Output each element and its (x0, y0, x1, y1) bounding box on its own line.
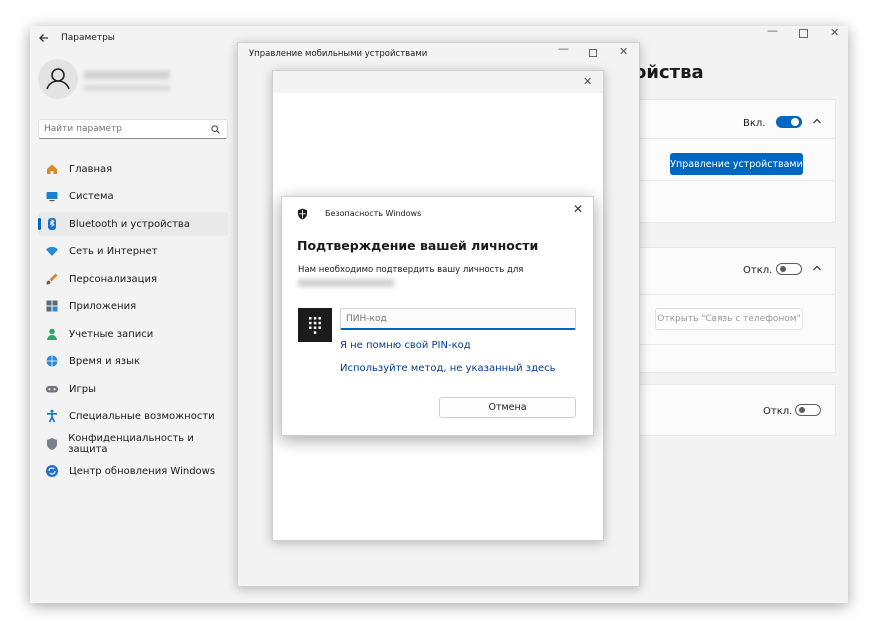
sidebar-item-personalization[interactable]: Персонализация (38, 267, 228, 291)
sidebar-item-bluetooth[interactable]: Bluetooth и устройства (38, 212, 228, 236)
security-message: Нам необходимо подтвердить вашу личность… (298, 265, 524, 275)
sidebar-item-label: Система (69, 190, 114, 202)
sidebar-item-label: Персонализация (69, 273, 157, 285)
sidebar-item-label: Bluetooth и устройства (69, 218, 190, 230)
card2-chevron-up-icon[interactable] (812, 264, 822, 275)
device-window-maximize-button[interactable] (589, 49, 597, 57)
device-window-close-button[interactable]: ✕ (619, 45, 628, 58)
page-title: ойства (634, 62, 704, 83)
windows-security-shield-icon (297, 208, 308, 223)
sidebar-item-system[interactable]: Система (38, 184, 228, 208)
card3-toggle[interactable] (795, 404, 821, 416)
windows-security-dialog: Безопасность Windows ✕ Подтверждение ваш… (281, 196, 594, 436)
window-controls: — ✕ (767, 24, 847, 42)
sidebar-item-accounts[interactable]: Учетные записи (38, 322, 228, 346)
shield-icon (44, 436, 59, 452)
bluetooth-icon (44, 216, 60, 232)
device-window-title: Управление мобильными устройствами (249, 49, 428, 59)
sidebar-item-privacy[interactable]: Конфиденциальность и защита (38, 432, 228, 456)
brush-icon (44, 271, 60, 287)
sidebar-item-label: Приложения (69, 300, 137, 312)
card1-toggle-label: Вкл. (743, 118, 766, 129)
card3-toggle-label: Откл. (763, 406, 793, 417)
monitor-icon (44, 188, 60, 204)
card1-chevron-up-icon[interactable] (812, 117, 822, 128)
sidebar-item-time-language[interactable]: Время и язык (38, 349, 228, 373)
sidebar-item-gaming[interactable]: Игры (38, 377, 228, 401)
sidebar-item-label: Центр обновления Windows (69, 465, 216, 477)
maximize-button[interactable] (799, 29, 808, 38)
sidebar-item-label: Время и язык (69, 355, 141, 367)
accessibility-icon (44, 408, 60, 424)
card2-toggle[interactable] (776, 263, 802, 275)
sidebar-item-label: Учетные записи (69, 328, 154, 340)
forgot-pin-link[interactable]: Я не помню свой PIN-код (340, 340, 471, 351)
sidebar-item-network[interactable]: Сеть и Интернет (38, 239, 228, 263)
sidebar-item-label: Главная (69, 163, 113, 175)
app-title: Параметры (61, 33, 115, 43)
search-box[interactable] (38, 119, 228, 139)
pin-input[interactable] (346, 312, 566, 326)
sidebar-item-windows-update[interactable]: Центр обновления Windows (38, 459, 228, 483)
cancel-button[interactable]: Отмена (439, 397, 576, 418)
sidebar-item-label: Конфиденциальность и защита (68, 433, 194, 455)
close-button[interactable]: ✕ (830, 26, 839, 39)
gamepad-icon (44, 381, 60, 397)
sidebar-item-label: Сеть и Интернет (69, 245, 158, 257)
security-heading: Подтверждение вашей личности (297, 238, 539, 253)
sidebar-item-home[interactable]: Главная (38, 157, 228, 181)
apps-icon (44, 298, 60, 314)
minimize-button[interactable]: — (767, 24, 778, 37)
account-name-blurred (298, 279, 394, 287)
pin-input-box[interactable] (340, 308, 576, 330)
sidebar-item-apps[interactable]: Приложения (38, 294, 228, 318)
card1-toggle[interactable] (776, 116, 802, 128)
sidebar-item-label: Игры (69, 383, 96, 395)
profile-name-blurred (84, 71, 170, 79)
pin-keypad-icon (298, 308, 332, 342)
inner-dialog-titlebar (273, 71, 603, 93)
avatar[interactable] (38, 59, 78, 99)
back-arrow-icon[interactable] (38, 32, 50, 47)
security-close-button[interactable]: ✕ (573, 202, 583, 216)
security-app-name: Безопасность Windows (325, 209, 422, 218)
search-icon (211, 125, 220, 134)
search-input[interactable] (44, 122, 204, 136)
globe-icon (44, 353, 60, 369)
wifi-icon (44, 243, 60, 259)
open-phone-link-button[interactable]: Открыть "Связь с телефоном" (655, 308, 803, 330)
profile-email-blurred (84, 85, 170, 91)
card2-toggle-label: Откл. (743, 265, 773, 276)
manage-devices-button[interactable]: Управление устройствами (670, 153, 803, 175)
user-avatar-icon (46, 68, 70, 90)
home-icon (44, 161, 60, 177)
sidebar-item-accessibility[interactable]: Специальные возможности (38, 404, 228, 428)
sidebar-item-label: Специальные возможности (69, 410, 215, 422)
other-method-link[interactable]: Используйте метод, не указанный здесь (340, 363, 556, 374)
user-icon (44, 326, 60, 342)
device-window-minimize-button[interactable]: — (558, 42, 569, 55)
inner-dialog-close-button[interactable]: ✕ (583, 75, 592, 88)
update-icon (44, 463, 60, 479)
